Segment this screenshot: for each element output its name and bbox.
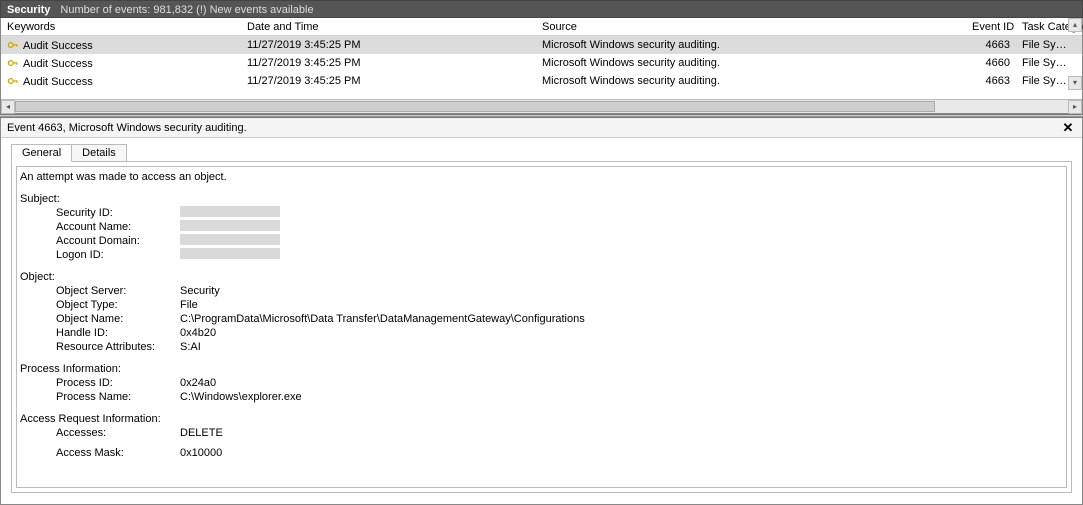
detail-titlebar: Event 4663, Microsoft Windows security a… [1, 118, 1082, 138]
object-type-label: Object Type: [20, 298, 180, 312]
cell-source: Microsoft Windows security auditing. [536, 75, 966, 87]
cell-keywords: Audit Success [1, 75, 241, 88]
hscroll-thumb[interactable] [15, 101, 935, 112]
security-id-value [180, 206, 1063, 220]
cell-eventid: 4663 [966, 39, 1016, 51]
vscroll-up-button[interactable]: ▴ [1068, 18, 1082, 32]
log-titlebar: Security Number of events: 981,832 (!) N… [0, 0, 1083, 18]
account-domain-label: Account Domain: [20, 234, 180, 248]
object-name-value: C:\ProgramData\Microsoft\Data Transfer\D… [180, 312, 1063, 326]
process-name-label: Process Name: [20, 390, 180, 404]
event-text-box: An attempt was made to access an object.… [16, 166, 1067, 488]
object-title: Object: [20, 270, 1063, 284]
close-icon[interactable]: ✕ [1060, 120, 1076, 136]
tab-details[interactable]: Details [71, 144, 127, 162]
grid-header-row: Keywords Date and Time Source Event ID T… [1, 18, 1082, 36]
table-row[interactable]: Audit Success11/27/2019 3:45:25 PMMicros… [1, 36, 1082, 54]
access-mask-label: Access Mask: [20, 446, 180, 460]
object-name-label: Object Name: [20, 312, 180, 326]
vscroll-down-button[interactable]: ▾ [1068, 76, 1082, 90]
tabstrip: General Details [1, 138, 1082, 162]
process-id-value: 0x24a0 [180, 376, 1063, 390]
tab-body: An attempt was made to access an object.… [11, 161, 1072, 493]
col-taskcat[interactable]: Task Category [1016, 21, 1076, 33]
table-row[interactable]: Audit Success11/27/2019 3:45:25 PMMicros… [1, 72, 1082, 90]
detail-pane: Event 4663, Microsoft Windows security a… [0, 118, 1083, 505]
account-name-label: Account Name: [20, 220, 180, 234]
hscroll-right-button[interactable]: ▸ [1068, 100, 1082, 114]
access-req-title: Access Request Information: [20, 412, 1063, 426]
cell-source: Microsoft Windows security auditing. [536, 39, 966, 51]
process-id-label: Process ID: [20, 376, 180, 390]
cell-keywords: Audit Success [1, 39, 241, 52]
cell-eventid: 4663 [966, 75, 1016, 87]
accesses-label: Accesses: [20, 426, 180, 440]
table-row[interactable]: Audit Success11/27/2019 3:45:25 PMMicros… [1, 54, 1082, 72]
cell-taskcat: File System [1016, 39, 1076, 51]
cell-source: Microsoft Windows security auditing. [536, 57, 966, 69]
accesses-value: DELETE [180, 426, 1063, 440]
logon-id-label: Logon ID: [20, 248, 180, 262]
col-keywords[interactable]: Keywords [1, 21, 241, 33]
hscrollbar[interactable]: ◂ ▸ [1, 99, 1082, 113]
subject-title: Subject: [20, 192, 1063, 206]
col-source[interactable]: Source [536, 21, 966, 33]
logon-id-value [180, 248, 1063, 262]
event-lead: An attempt was made to access an object. [20, 170, 1063, 184]
log-name: Security [7, 1, 50, 17]
log-count: Number of events: 981,832 (!) New events… [60, 1, 313, 17]
cell-taskcat: File System [1016, 75, 1076, 87]
cell-datetime: 11/27/2019 3:45:25 PM [241, 39, 536, 51]
account-name-value [180, 220, 1063, 234]
event-grid: Keywords Date and Time Source Event ID T… [0, 18, 1083, 114]
cell-datetime: 11/27/2019 3:45:25 PM [241, 57, 536, 69]
access-mask-value: 0x10000 [180, 446, 1063, 460]
cell-eventid: 4660 [966, 57, 1016, 69]
resource-attr-label: Resource Attributes: [20, 340, 180, 354]
col-eventid[interactable]: Event ID [966, 21, 1016, 33]
hscroll-left-button[interactable]: ◂ [1, 100, 15, 114]
col-datetime[interactable]: Date and Time [241, 21, 536, 33]
process-name-value: C:\Windows\explorer.exe [180, 390, 1063, 404]
resource-attr-value: S:AI [180, 340, 1063, 354]
handle-id-label: Handle ID: [20, 326, 180, 340]
object-type-value: File [180, 298, 1063, 312]
cell-keywords: Audit Success [1, 57, 241, 70]
handle-id-value: 0x4b20 [180, 326, 1063, 340]
object-server-label: Object Server: [20, 284, 180, 298]
cell-taskcat: File System [1016, 57, 1076, 69]
process-info-title: Process Information: [20, 362, 1063, 376]
tab-general[interactable]: General [11, 144, 72, 162]
object-server-value: Security [180, 284, 1063, 298]
account-domain-value [180, 234, 1063, 248]
detail-title: Event 4663, Microsoft Windows security a… [7, 122, 247, 134]
security-id-label: Security ID: [20, 206, 180, 220]
cell-datetime: 11/27/2019 3:45:25 PM [241, 75, 536, 87]
